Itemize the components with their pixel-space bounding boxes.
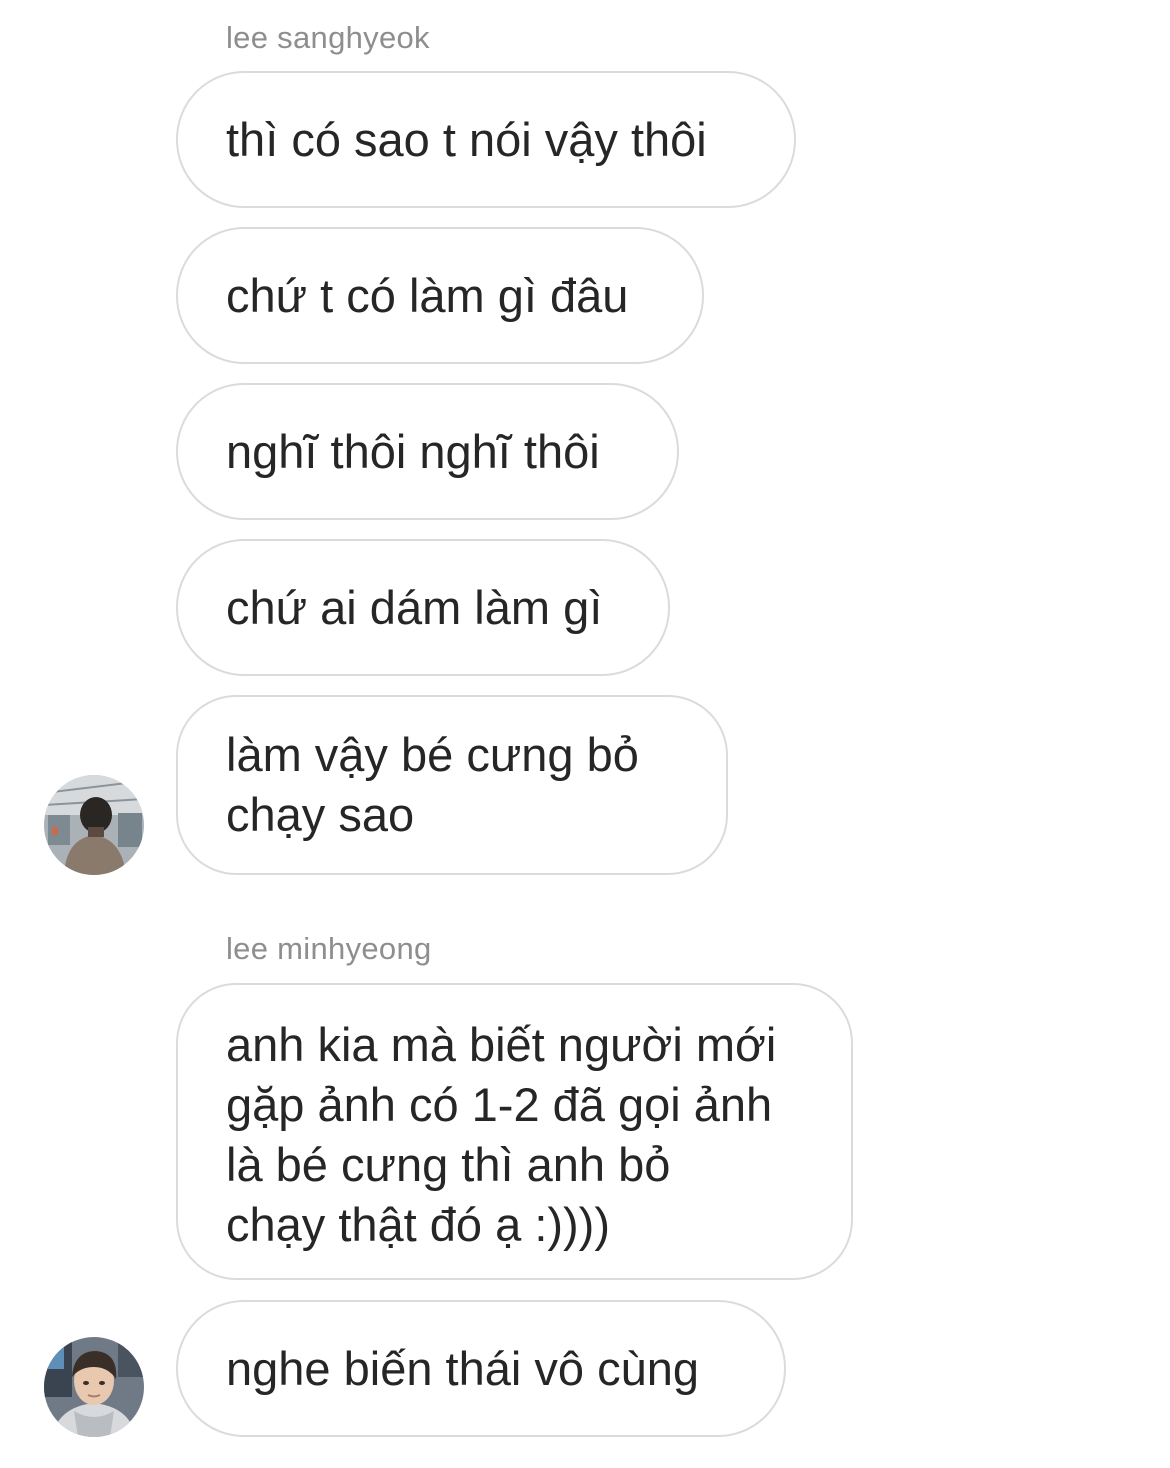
sender-name: lee minhyeong: [226, 931, 432, 966]
message-bubble[interactable]: nghĩ thôi nghĩ thôi: [176, 383, 679, 520]
message-bubble[interactable]: chứ ai dám làm gì: [176, 539, 670, 676]
person-from-behind-avatar[interactable]: [44, 775, 144, 875]
message-text: chứ t có làm gì đâu: [226, 268, 629, 322]
message-text: nghe biến thái vô cùng: [226, 1341, 699, 1395]
avatar-image: [44, 775, 144, 875]
message-bubble[interactable]: thì có sao t nói vậy thôi: [176, 71, 796, 208]
message-text: thì có sao t nói vậy thôi: [226, 112, 707, 166]
message-bubble[interactable]: làm vậy bé cưng bỏ chạy sao: [176, 695, 728, 875]
selfie-portrait-avatar[interactable]: [44, 1337, 144, 1437]
message-text: làm vậy bé cưng bỏ chạy sao: [226, 728, 639, 841]
message-bubble[interactable]: chứ t có làm gì đâu: [176, 227, 704, 364]
sender-name: lee sanghyeok: [226, 20, 430, 55]
message-bubble[interactable]: anh kia mà biết người mới gặp ảnh có 1-2…: [176, 983, 853, 1280]
message-text: nghĩ thôi nghĩ thôi: [226, 424, 600, 478]
message-text: chứ ai dám làm gì: [226, 580, 603, 634]
message-bubble[interactable]: nghe biến thái vô cùng: [176, 1300, 786, 1437]
avatar-image: [44, 1337, 144, 1437]
message-text: anh kia mà biết người mới gặp ảnh có 1-2…: [226, 1018, 777, 1251]
